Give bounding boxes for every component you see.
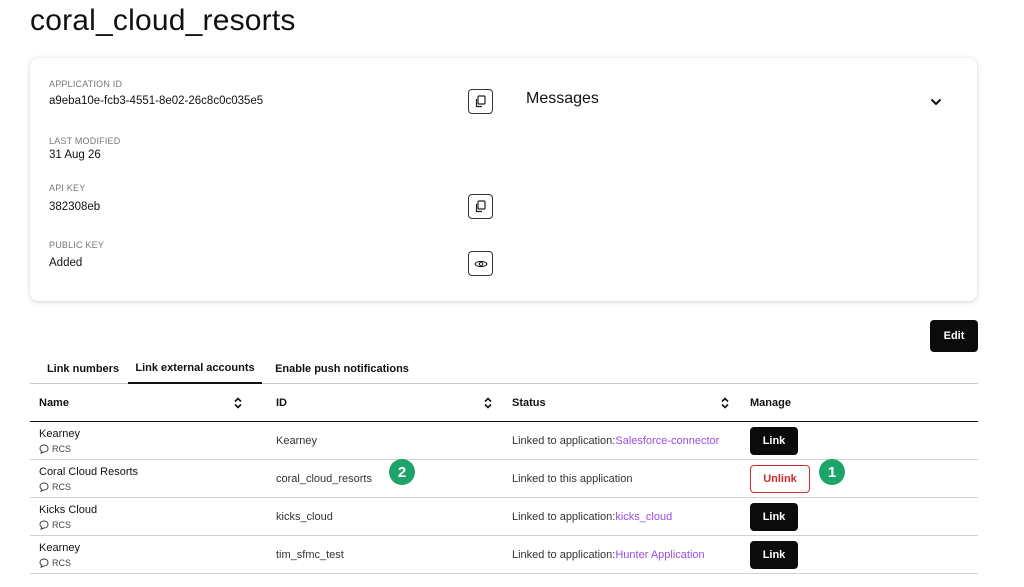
application-id-value: a9eba10e-fcb3-4551-8e02-26c8c0c035e5 [49, 95, 264, 107]
tab-link-numbers[interactable]: Link numbers [36, 354, 130, 384]
show-public-key-button[interactable] [468, 251, 493, 276]
api-key-value: 382308eb [49, 201, 101, 213]
annotation-badge-2: 2 [389, 459, 415, 485]
sort-icon[interactable] [233, 397, 243, 409]
channel-label: RCS [39, 520, 71, 530]
channel-label: RCS [39, 482, 71, 492]
chat-bubbles-icon [39, 482, 49, 492]
link-button[interactable]: Link [750, 427, 798, 455]
tab-enable-push-notifications[interactable]: Enable push notifications [270, 354, 414, 384]
table-row: Kearney RCS tim_sfmc_test Linked to appl… [30, 536, 978, 574]
status-text: Linked to this application [512, 472, 633, 485]
application-id-label: APPLICATION ID [49, 79, 123, 89]
copy-icon [475, 200, 486, 213]
account-name: Coral Cloud Resorts [39, 466, 139, 478]
channel-label: RCS [39, 558, 71, 568]
external-accounts-table: Name ID Status Manage Kearney RCS Kearne… [30, 384, 978, 574]
channel-name: RCS [52, 444, 72, 454]
annotation-badge-1: 1 [819, 459, 845, 485]
sort-icon[interactable] [483, 397, 493, 409]
copy-api-key-button[interactable] [468, 194, 493, 219]
eye-icon [473, 260, 488, 267]
tab-bar: Link numbers Link external accounts Enab… [30, 354, 978, 384]
link-status: Linked to application: Hunter Applicatio… [512, 536, 732, 573]
linked-application-link[interactable]: Salesforce-connector [615, 435, 719, 447]
chat-bubbles-icon [39, 444, 49, 454]
account-id: kicks_cloud [276, 510, 333, 523]
status-text: Linked to application: [512, 548, 616, 561]
public-key-label: PUBLIC KEY [49, 240, 105, 250]
messages-expand-toggle[interactable] [928, 94, 944, 110]
link-button[interactable]: Link [750, 503, 798, 531]
channel-name: RCS [52, 558, 72, 568]
linked-application-link[interactable]: kicks_cloud [615, 511, 672, 523]
channel-label: RCS [39, 444, 71, 454]
account-id: coral_cloud_resorts [276, 472, 372, 485]
table-row: Kearney RCS Kearney Linked to applicatio… [30, 422, 978, 460]
tab-link-external-accounts[interactable]: Link external accounts [128, 354, 262, 384]
link-status: Linked to application: Salesforce-connec… [512, 422, 732, 459]
column-header-id: ID [276, 397, 287, 409]
account-name: Kearney [39, 542, 80, 554]
api-key-label: API KEY [49, 183, 86, 193]
last-modified-label: LAST MODIFIED [49, 136, 121, 146]
chat-bubbles-icon [39, 520, 49, 530]
status-text: Linked to application: [512, 434, 616, 447]
edit-button[interactable]: Edit [930, 320, 978, 352]
column-header-name: Name [39, 397, 69, 409]
copy-icon [475, 95, 486, 108]
account-name: Kearney [39, 428, 80, 440]
channel-name: RCS [52, 520, 72, 530]
last-modified-value: 31 Aug 26 [49, 149, 101, 161]
messages-section-title[interactable]: Messages [526, 90, 599, 108]
account-id: tim_sfmc_test [276, 548, 344, 561]
column-header-status: Status [512, 397, 546, 409]
page-title: coral_cloud_resorts [30, 4, 296, 37]
link-status: Linked to this application [512, 460, 732, 497]
unlink-button[interactable]: Unlink [750, 465, 810, 493]
linked-application-link[interactable]: Hunter Application [615, 549, 704, 561]
link-status: Linked to application: kicks_cloud [512, 498, 732, 535]
account-id: Kearney [276, 434, 317, 447]
status-text: Linked to application: [512, 510, 616, 523]
table-header: Name ID Status Manage [30, 384, 978, 422]
link-button[interactable]: Link [750, 541, 798, 569]
application-details-card: APPLICATION ID a9eba10e-fcb3-4551-8e02-2… [30, 58, 977, 301]
table-row: Coral Cloud Resorts RCS coral_cloud_reso… [30, 459, 978, 498]
column-header-manage: Manage [750, 397, 791, 409]
sort-icon[interactable] [720, 397, 730, 409]
channel-name: RCS [52, 482, 72, 492]
public-key-value: Added [49, 257, 83, 269]
chat-bubbles-icon [39, 558, 49, 568]
copy-application-id-button[interactable] [468, 89, 493, 114]
table-row: Kicks Cloud RCS kicks_cloud Linked to ap… [30, 498, 978, 536]
account-name: Kicks Cloud [39, 504, 98, 516]
chevron-down-icon [930, 98, 942, 106]
